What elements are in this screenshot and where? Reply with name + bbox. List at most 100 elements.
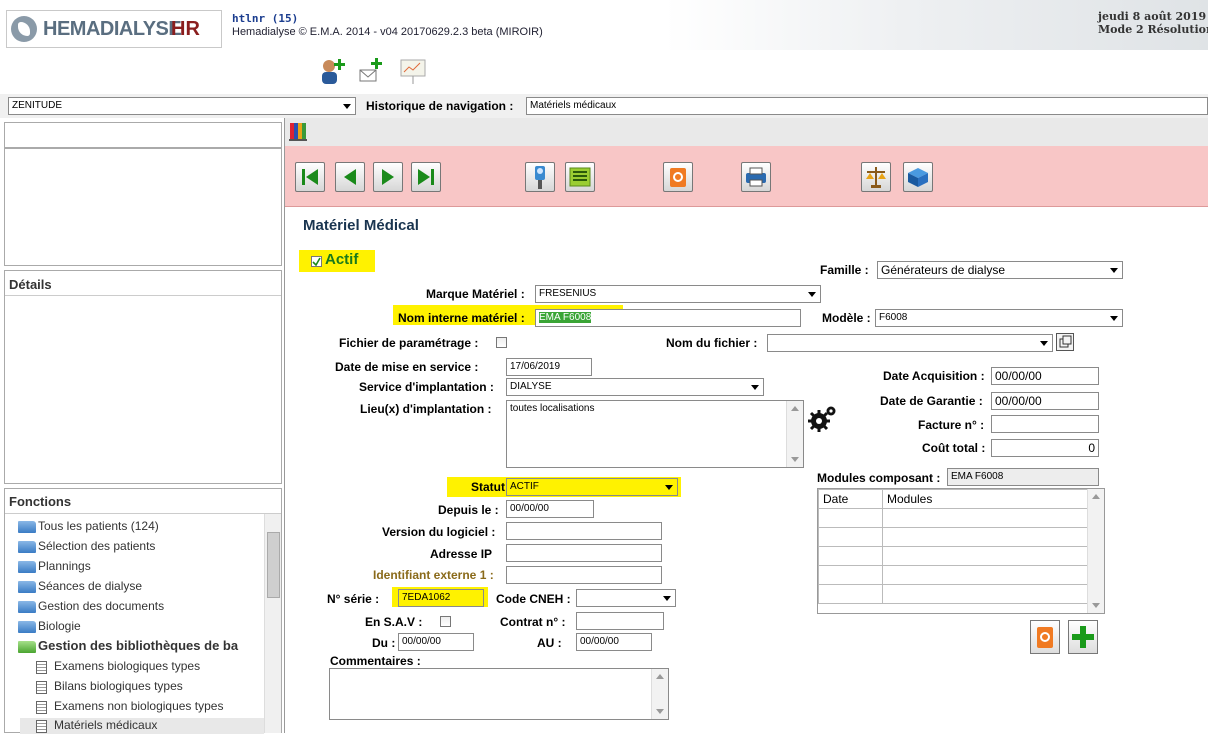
function-item[interactable]: Biologie bbox=[4, 618, 264, 636]
fichier-checkbox[interactable] bbox=[496, 337, 507, 348]
current-user: htlnr (15) bbox=[232, 12, 299, 25]
delete-module-icon[interactable] bbox=[1030, 620, 1060, 654]
nom-interne-field[interactable]: EMA F6008 bbox=[535, 309, 801, 327]
function-item-label: Bilans biologiques types bbox=[54, 679, 183, 693]
fichier-label: Fichier de paramétrage : bbox=[339, 336, 479, 350]
list-icon[interactable] bbox=[565, 162, 595, 192]
functions-title: Fonctions bbox=[9, 494, 72, 509]
chevron-down-icon bbox=[661, 479, 677, 495]
function-subitem[interactable]: Examens biologiques types bbox=[20, 658, 264, 676]
function-item-open[interactable]: Gestion des bibliothèques de ba bbox=[4, 638, 264, 656]
details-title: Détails bbox=[9, 277, 52, 292]
form-title: Matériel Médical bbox=[303, 217, 419, 234]
document-icon bbox=[36, 720, 47, 733]
function-item-label: Matériels médicaux bbox=[54, 718, 158, 732]
function-item[interactable]: Séances de dialyse bbox=[4, 578, 264, 596]
function-item[interactable]: Tous les patients (124) bbox=[4, 518, 264, 536]
record-toolbar bbox=[285, 146, 1208, 207]
function-item-label: Plannings bbox=[38, 559, 91, 573]
view-tab-bar bbox=[285, 118, 1208, 147]
depuis-field[interactable]: 00/00/00 bbox=[506, 500, 594, 518]
previous-icon[interactable] bbox=[335, 162, 365, 192]
table-row[interactable] bbox=[818, 527, 1088, 547]
famille-select-value: Générateurs de dialyse bbox=[881, 263, 1006, 277]
facture-label: Facture n° : bbox=[918, 418, 985, 432]
function-item-label: Biologie bbox=[38, 619, 81, 633]
print-icon[interactable] bbox=[741, 162, 771, 192]
au-field[interactable]: 00/00/00 bbox=[576, 633, 652, 651]
marque-select[interactable]: FRESENIUS bbox=[535, 285, 821, 303]
comments-scrollbar[interactable] bbox=[651, 669, 668, 719]
functions-scrollbar[interactable] bbox=[264, 514, 281, 733]
site-select[interactable]: ZENITUDE bbox=[8, 97, 356, 115]
main-toolbar bbox=[0, 50, 1208, 95]
modules-scrollbar[interactable] bbox=[1087, 489, 1104, 613]
date-acq-label: Date Acquisition : bbox=[883, 369, 985, 383]
add-module-icon[interactable] bbox=[1068, 620, 1098, 654]
presentation-icon[interactable] bbox=[398, 56, 428, 86]
statut-select[interactable]: ACTIF bbox=[506, 478, 678, 496]
details-panel: Détails bbox=[4, 270, 282, 484]
cneh-select[interactable] bbox=[576, 589, 676, 607]
search-box[interactable] bbox=[4, 122, 282, 148]
folder-icon bbox=[18, 521, 36, 533]
du-field[interactable]: 00/00/00 bbox=[398, 633, 474, 651]
navigation-bar: ZENITUDE Historique de navigation : Maté… bbox=[0, 94, 1208, 119]
folder-icon bbox=[18, 601, 36, 613]
add-message-icon[interactable] bbox=[358, 56, 388, 86]
chevron-down-icon bbox=[1036, 335, 1052, 351]
table-row[interactable] bbox=[818, 584, 1088, 604]
scale-icon[interactable] bbox=[861, 162, 891, 192]
logo-suffix: HR bbox=[171, 18, 200, 40]
trash-icon[interactable] bbox=[663, 162, 693, 192]
marque-label: Marque Matériel : bbox=[426, 287, 525, 301]
table-row[interactable] bbox=[818, 508, 1088, 528]
function-item[interactable]: Sélection des patients bbox=[4, 538, 264, 556]
open-file-icon[interactable] bbox=[1056, 333, 1074, 351]
sav-checkbox[interactable] bbox=[440, 616, 451, 627]
function-subitem[interactable]: Bilans biologiques types bbox=[20, 678, 264, 696]
modele-select[interactable]: F6008 bbox=[875, 309, 1123, 327]
nom-fichier-select[interactable] bbox=[767, 334, 1053, 352]
actif-checkbox[interactable] bbox=[311, 256, 322, 267]
service-select[interactable]: DIALYSE bbox=[506, 378, 764, 396]
device-icon[interactable] bbox=[525, 162, 555, 192]
col-date: Date bbox=[818, 489, 883, 509]
scrollbar-thumb[interactable] bbox=[267, 532, 280, 598]
lieu-scrollbar[interactable] bbox=[786, 401, 803, 467]
document-icon bbox=[36, 701, 47, 714]
add-patient-icon[interactable] bbox=[318, 56, 348, 86]
cneh-label: Code CNEH : bbox=[496, 592, 571, 606]
first-icon[interactable] bbox=[295, 162, 325, 192]
last-icon[interactable] bbox=[411, 162, 441, 192]
famille-select[interactable]: Générateurs de dialyse bbox=[877, 261, 1123, 279]
history-field[interactable]: Matériels médicaux bbox=[526, 97, 1208, 115]
lieu-textarea[interactable]: toutes localisations bbox=[506, 400, 804, 468]
ident-field[interactable] bbox=[506, 566, 662, 584]
date-mes-label: Date de mise en service : bbox=[335, 360, 479, 374]
cout-field[interactable]: 0 bbox=[991, 439, 1099, 457]
site-select-value: ZENITUDE bbox=[12, 100, 62, 111]
function-subitem-selected[interactable]: Matériels médicaux bbox=[20, 718, 264, 734]
date-acq-field[interactable]: 00/00/00 bbox=[991, 367, 1099, 385]
settings-gears-icon[interactable] bbox=[806, 402, 840, 434]
ip-field[interactable] bbox=[506, 544, 662, 562]
next-icon[interactable] bbox=[373, 162, 403, 192]
function-item[interactable]: Plannings bbox=[4, 558, 264, 576]
books-icon[interactable] bbox=[288, 120, 310, 142]
facture-field[interactable] bbox=[991, 415, 1099, 433]
table-row[interactable] bbox=[818, 546, 1088, 566]
version-field[interactable] bbox=[506, 522, 662, 540]
date-gar-field[interactable]: 00/00/00 bbox=[991, 392, 1099, 410]
serie-field[interactable]: 7EDA1062 bbox=[398, 589, 484, 607]
serie-label: N° série : bbox=[327, 592, 380, 606]
depuis-label: Depuis le : bbox=[438, 503, 499, 517]
function-subitem[interactable]: Examens non biologiques types bbox=[20, 698, 264, 716]
function-item[interactable]: Gestion des documents bbox=[4, 598, 264, 616]
table-row[interactable] bbox=[818, 565, 1088, 585]
date-mes-field[interactable]: 17/06/2019 bbox=[506, 358, 592, 376]
box-icon[interactable] bbox=[903, 162, 933, 192]
contrat-field[interactable] bbox=[576, 612, 664, 630]
function-item-label: Tous les patients (124) bbox=[38, 519, 159, 533]
comments-textarea[interactable] bbox=[329, 668, 669, 720]
